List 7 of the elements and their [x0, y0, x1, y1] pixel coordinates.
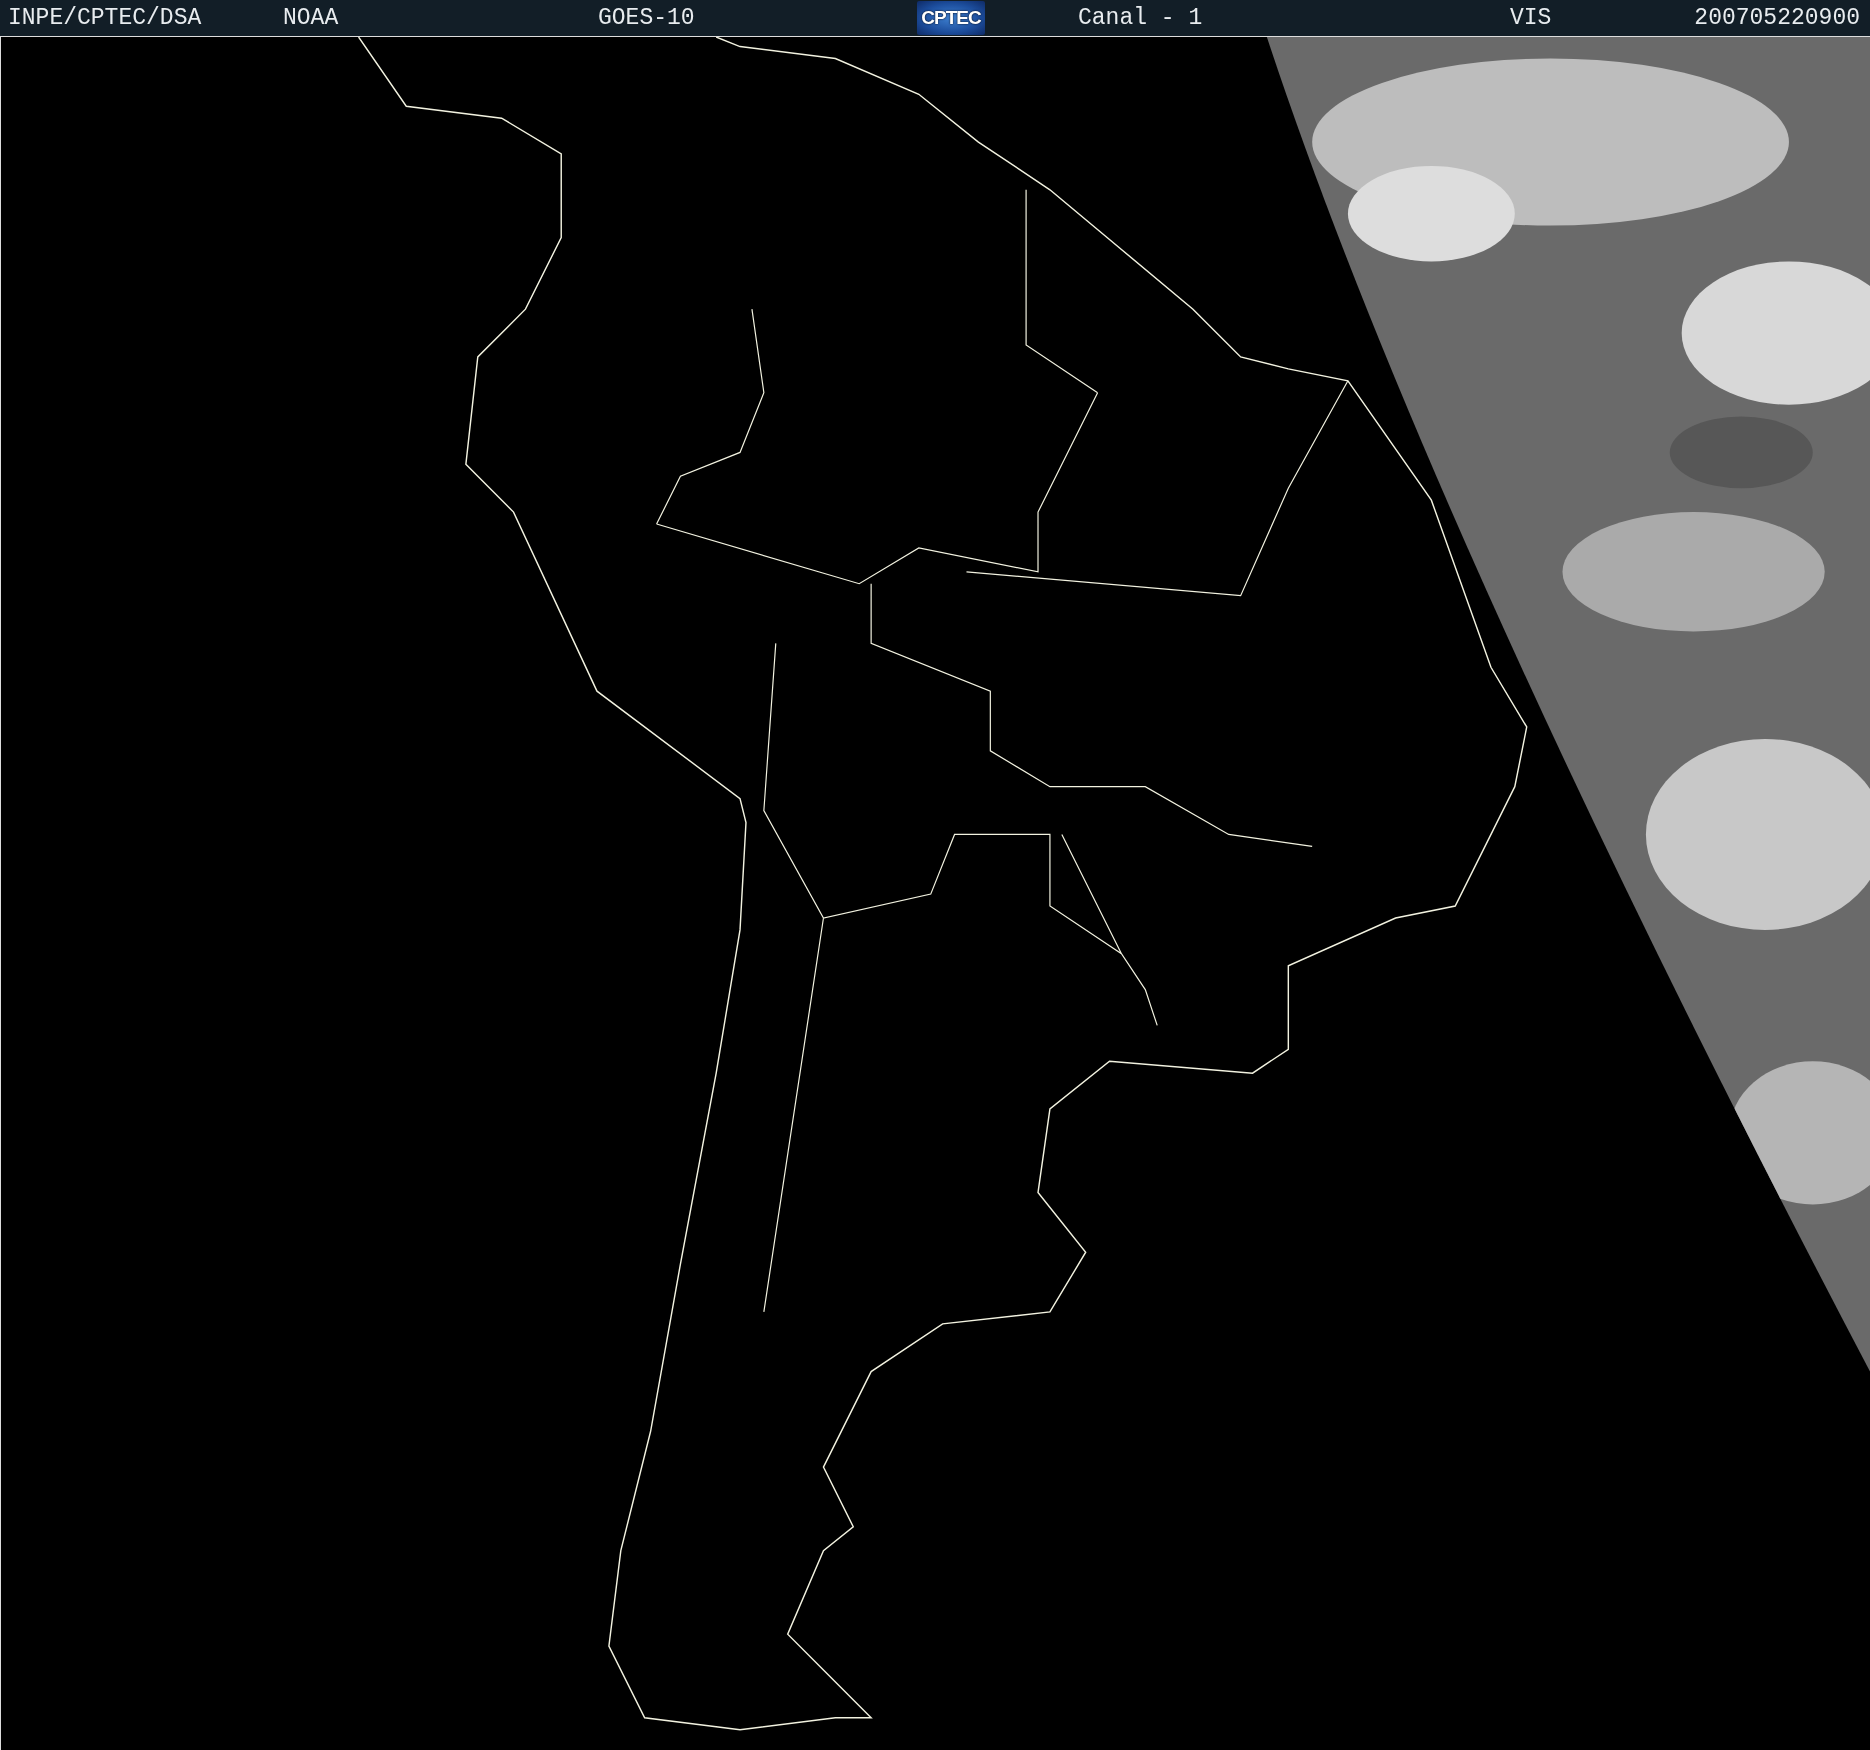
timestamp-label: 200705220900 — [1694, 5, 1861, 31]
band-label: VIS — [1510, 5, 1552, 31]
satellite-label: GOES-10 — [598, 5, 695, 31]
agency-label: NOAA — [283, 5, 339, 31]
source-label: INPE/CPTEC/DSA — [8, 5, 202, 31]
logo: CPTEC — [917, 1, 985, 35]
channel-label: Canal - 1 — [1078, 5, 1203, 31]
